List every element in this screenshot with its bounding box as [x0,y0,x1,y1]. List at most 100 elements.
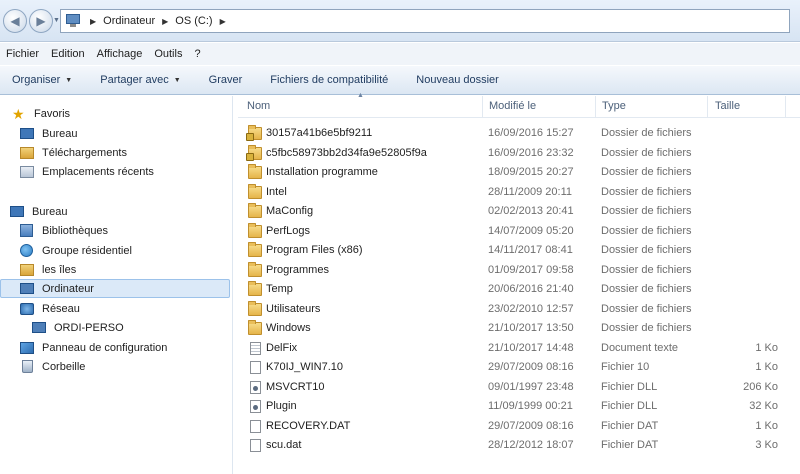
column-divider[interactable] [785,96,786,118]
file-row[interactable]: PerfLogs 14/07/2009 05:20 Dossier de fic… [238,222,800,242]
burn-button[interactable]: Graver [209,74,243,86]
file-row[interactable]: RECOVERY.DAT 29/07/2009 08:16 Fichier DA… [238,417,800,437]
column-header-type[interactable]: Type [602,100,626,116]
address-box[interactable]: ▶ Ordinateur ▶ OS (C:) ▶ [60,9,790,33]
share-with-button[interactable]: Partager avec ▼ [100,74,180,86]
file-row[interactable]: MSVCRT10 09/01/1997 23:48 Fichier DLL 20… [238,378,800,398]
folder-icon [248,320,262,335]
file-name: 30157a41b6e5bf9211 [266,127,373,139]
file-type: Fichier DAT [601,419,659,432]
file-modified: 29/07/2009 08:16 [488,419,574,432]
star-icon: ★ [12,105,25,122]
file-row[interactable]: 30157a41b6e5bf9211 16/09/2016 15:27 Doss… [238,124,800,144]
file-name: c5fbc58973bb2d34fa9e52805f9a [266,146,427,159]
menu-edit[interactable]: Edition [51,48,85,60]
text-file-icon [250,341,261,355]
computer-icon [20,282,34,294]
breadcrumb-computer[interactable]: Ordinateur [103,15,155,27]
file-row[interactable]: MaConfig 02/02/2013 20:41 Dossier de fic… [238,202,800,222]
libraries-icon [20,223,33,237]
sidebar-item-label: Groupe résidentiel [42,244,132,257]
column-header-size[interactable]: Taille [715,100,740,116]
new-folder-button[interactable]: Nouveau dossier [416,74,499,86]
file-modified: 11/09/1999 00:21 [488,400,573,412]
computer-icon [65,13,83,29]
file-row[interactable]: Program Files (x86) 14/11/2017 08:41 Dos… [238,241,800,261]
file-row[interactable]: Installation programme 18/09/2015 20:27 … [238,163,800,183]
navigation-pane: ★ Favoris Bureau Téléchargements Emplace… [0,96,232,474]
file-row[interactable]: Programmes 01/09/2017 09:58 Dossier de f… [238,261,800,281]
column-divider[interactable] [595,96,596,118]
column-divider[interactable] [482,96,483,118]
sidebar-item-label: Corbeille [42,360,86,373]
file-row[interactable]: Plugin 11/09/1999 00:21 Fichier DLL 32 K… [238,397,800,417]
network-computer-icon [32,321,46,333]
breadcrumb-chevron-icon[interactable]: ▶ [162,17,168,26]
sidebar-item-recycle-bin[interactable]: Corbeille [0,357,230,376]
folder-icon [248,203,262,218]
sidebar-item-network[interactable]: Réseau [0,299,230,318]
file-row[interactable]: Windows 21/10/2017 13:50 Dossier de fich… [238,319,800,339]
folder-icon [248,261,262,277]
file-row[interactable]: Temp 20/06/2016 21:40 Dossier de fichier… [238,280,800,300]
column-header-modified[interactable]: Modifié le [489,100,536,116]
sidebar-item-network-computer[interactable]: ORDI-PERSO [0,318,230,337]
command-toolbar: Organiser ▼ Partager avec ▼ Graver Fichi… [0,65,800,95]
column-header-name[interactable]: Nom [247,100,270,116]
menu-view[interactable]: Affichage [97,48,143,60]
organize-button[interactable]: Organiser ▼ [12,74,72,86]
address-bar-area: ◀ ▶ ▼ ▶ Ordinateur ▶ OS (C:) ▶ [0,0,800,42]
menu-file[interactable]: Fichier [6,48,39,60]
column-divider[interactable] [707,96,708,118]
sidebar-item-libraries[interactable]: Bibliothèques [0,221,230,240]
file-modified: 28/11/2009 20:11 [488,185,573,198]
file-row[interactable]: DelFix 21/10/2017 14:48 Document texte 1… [238,339,800,359]
file-row[interactable]: scu.dat 28/12/2012 18:07 Fichier DAT 3 K… [238,436,800,456]
network-icon [20,302,34,315]
file-name: Plugin [266,400,297,412]
file-name: Program Files (x86) [266,244,363,256]
menu-bar: Fichier Edition Affichage Outils ? [0,43,800,65]
sidebar-item-label: Favoris [34,107,71,120]
sidebar-item-desktop[interactable]: Bureau [0,202,230,221]
sidebar-item-recent-places[interactable]: Emplacements récents [0,162,230,181]
forward-button[interactable]: ▶ [29,9,53,33]
menu-tools[interactable]: Outils [154,48,182,60]
file-type: Fichier 10 [601,361,650,373]
recent-pages-dropdown[interactable]: ▼ [53,17,60,24]
file-name: MSVCRT10 [266,380,325,393]
file-modified: 16/09/2016 15:27 [488,127,574,139]
file-modified: 21/10/2017 14:48 [488,341,574,354]
breadcrumb-drive[interactable]: OS (C:) [175,15,212,27]
sidebar-item-label: Bibliothèques [42,224,109,237]
sidebar-item-favorites[interactable]: ★ Favoris [0,104,230,123]
homegroup-icon [20,243,33,257]
breadcrumb-chevron-icon[interactable]: ▶ [90,17,96,26]
file-modified: 16/09/2016 23:32 [488,146,574,159]
sidebar-item-homegroup[interactable]: Groupe résidentiel [0,241,230,260]
sidebar-item-label: Réseau [42,302,80,315]
compatibility-files-button[interactable]: Fichiers de compatibilité [270,74,388,86]
back-button[interactable]: ◀ [3,9,27,33]
sidebar-item-downloads[interactable]: Téléchargements [0,143,230,162]
sidebar-item-label: Téléchargements [42,146,127,159]
sidebar-item-control-panel[interactable]: Panneau de configuration [0,338,230,357]
sidebar-item-label: Bureau [32,205,68,218]
sidebar-item-desktop-favorite[interactable]: Bureau [0,124,230,143]
chevron-down-icon: ▼ [173,76,181,84]
file-size: 3 Ko [755,439,778,451]
file-row[interactable]: Utilisateurs 23/02/2010 12:57 Dossier de… [238,300,800,320]
recycle-bin-icon [22,359,33,373]
sidebar-item-user-folder[interactable]: les îles [0,260,230,279]
compatibility-files-label: Fichiers de compatibilité [270,74,389,86]
file-type: Dossier de fichiers [601,283,692,295]
sidebar-item-computer[interactable]: Ordinateur [0,279,230,298]
sidebar-item-label: Panneau de configuration [42,341,168,354]
burn-label: Graver [208,74,243,86]
file-row[interactable]: K70IJ_WIN7.10 29/07/2009 08:16 Fichier 1… [238,358,800,378]
breadcrumb-chevron-icon[interactable]: ▶ [220,17,226,26]
menu-help[interactable]: ? [194,48,200,60]
file-row[interactable]: c5fbc58973bb2d34fa9e52805f9a 16/09/2016 … [238,144,800,164]
file-row[interactable]: Intel 28/11/2009 20:11 Dossier de fichie… [238,183,800,203]
file-name: Utilisateurs [266,302,321,315]
